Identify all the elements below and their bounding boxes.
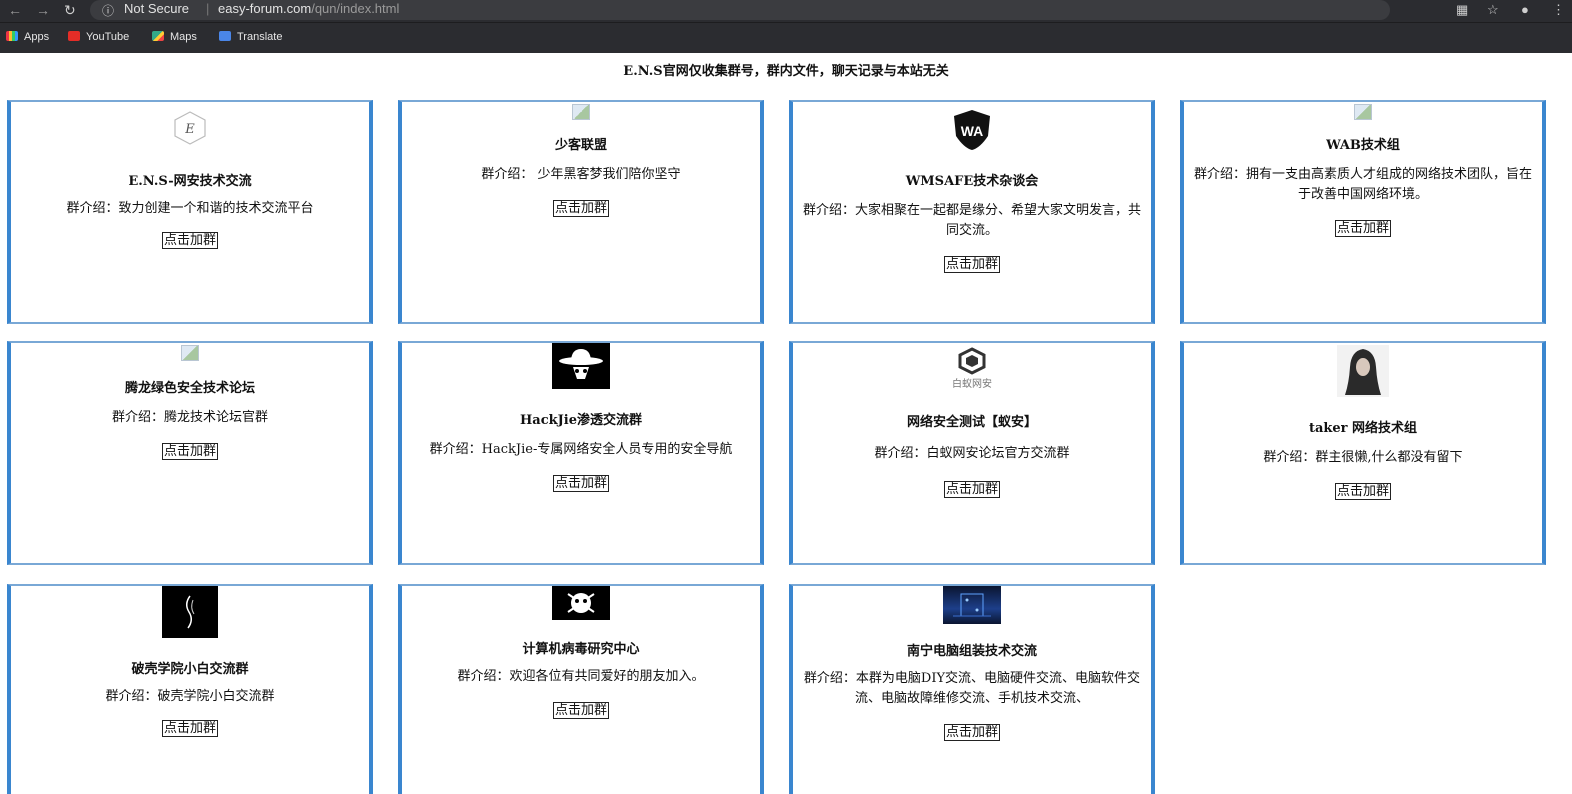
hacker-hat-logo-icon	[552, 343, 610, 389]
group-description: 群介绍：破壳学院小白交流群	[105, 689, 275, 704]
join-group-button[interactable]: 点击加群	[552, 475, 609, 492]
join-group-button[interactable]: 点击加群	[943, 256, 1000, 273]
join-group-button[interactable]: 点击加群	[161, 443, 218, 460]
bookmark-star-icon[interactable]: ☆	[1487, 2, 1499, 18]
menu-icon[interactable]: ⋮	[1552, 2, 1565, 18]
group-description: 群介绍：白蚁网安论坛官方交流群	[874, 446, 1070, 461]
group-description: 群介绍：HackJie-专属网络安全人员专用的安全导航	[429, 442, 733, 457]
svg-text:WA: WA	[961, 123, 984, 139]
group-card: 南宁电脑组装技术交流 群介绍：本群为电脑DIY交流、电脑硬件交流、电脑软件交流、…	[789, 584, 1155, 794]
baiyi-logo-icon: 白蚁网安	[942, 347, 1002, 391]
browser-toolbar: ← → ↻ ⓘ Not Secure | easy-forum.com/qun/…	[0, 0, 1572, 22]
group-description: 群介绍： 少年黑客梦我们陪你坚守	[481, 167, 681, 182]
bookmark-apps[interactable]: Apps	[6, 31, 49, 43]
forward-icon[interactable]: →	[36, 2, 50, 18]
group-name: 计算机病毒研究中心	[522, 642, 640, 657]
group-description: 群介绍：大家相聚在一起都是缘分、希望大家文明发言，共同交流。	[803, 203, 1142, 238]
translate-icon[interactable]: ▦	[1456, 2, 1468, 18]
broken-image-icon	[181, 345, 199, 361]
group-description: 群介绍：本群为电脑DIY交流、电脑硬件交流、电脑软件交流、电脑故障维修交流、手机…	[803, 671, 1141, 706]
bookmark-youtube[interactable]: YouTube	[68, 31, 129, 43]
group-description: 群介绍：拥有一支由高素质人才组成的网络技术团队，旨在于改善中国网络环境。	[1194, 167, 1533, 202]
bookmark-maps[interactable]: Maps	[152, 31, 197, 43]
join-group-button[interactable]: 点击加群	[943, 481, 1000, 498]
computer-photo-icon	[943, 586, 1001, 624]
apps-grid-icon	[6, 31, 18, 41]
group-card: WA WMSAFE技术杂谈会 群介绍：大家相聚在一起都是缘分、希望大家文明发言，…	[789, 100, 1155, 324]
url-text[interactable]: easy-forum.com/qun/index.html	[218, 1, 399, 16]
group-description: 群介绍：致力创建一个和谐的技术交流平台	[66, 201, 314, 216]
profile-icon[interactable]: ●	[1521, 2, 1529, 17]
group-name: 网络安全测试【蚁安】	[906, 415, 1037, 430]
hexagon-logo-icon: E	[172, 110, 208, 146]
group-card: 白蚁网安 网络安全测试【蚁安】 群介绍：白蚁网安论坛官方交流群 点击加群	[789, 341, 1155, 565]
group-description: 群介绍：腾龙技术论坛官群	[111, 410, 268, 425]
translate-bookmark-icon	[219, 31, 231, 41]
address-bar[interactable]: ⓘ Not Secure | easy-forum.com/qun/index.…	[90, 0, 1390, 20]
group-name: 腾龙绿色安全技术论坛	[124, 381, 255, 396]
group-card: 少客联盟 群介绍： 少年黑客梦我们陪你坚守 点击加群	[398, 100, 764, 324]
back-icon[interactable]: ←	[8, 2, 22, 18]
group-card: WAB技术组 群介绍：拥有一支由高素质人才组成的网络技术团队，旨在于改善中国网络…	[1180, 100, 1546, 324]
join-group-button[interactable]: 点击加群	[552, 702, 609, 719]
group-card: E E.N.S-网安技术交流 群介绍：致力创建一个和谐的技术交流平台 点击加群	[7, 100, 373, 324]
group-description: 群介绍：群主很懒,什么都没有留下	[1263, 450, 1463, 465]
svg-text:白蚁网安: 白蚁网安	[952, 377, 992, 390]
join-group-button[interactable]: 点击加群	[1334, 220, 1391, 237]
group-name: 南宁电脑组装技术交流	[906, 644, 1037, 659]
bookmarks-bar: Apps YouTube Maps Translate	[0, 22, 1572, 53]
group-card: 腾龙绿色安全技术论坛 群介绍：腾龙技术论坛官群 点击加群	[7, 341, 373, 565]
join-group-button[interactable]: 点击加群	[161, 720, 218, 737]
group-card: 计算机病毒研究中心 群介绍：欢迎各位有共同爱好的朋友加入。 点击加群	[398, 584, 764, 794]
group-card: HackJie渗透交流群 群介绍：HackJie-专属网络安全人员专用的安全导航…	[398, 341, 764, 565]
reload-icon[interactable]: ↻	[64, 2, 76, 19]
broken-image-icon	[1354, 104, 1372, 120]
broken-image-icon	[572, 104, 590, 120]
group-name: E.N.S-网安技术交流	[128, 174, 252, 189]
maps-icon	[152, 31, 164, 41]
join-group-button[interactable]: 点击加群	[1334, 483, 1391, 500]
separator: |	[206, 1, 210, 16]
group-description: 群介绍：欢迎各位有共同爱好的朋友加入。	[457, 669, 705, 684]
group-name: 破壳学院小白交流群	[131, 662, 249, 677]
flame-logo-icon	[162, 586, 218, 638]
security-label: Not Secure	[124, 1, 190, 16]
group-name: HackJie渗透交流群	[520, 413, 642, 428]
group-name: WAB技术组	[1326, 138, 1400, 153]
avatar-portrait-icon	[1337, 345, 1389, 397]
group-name: WMSAFE技术杂谈会	[905, 174, 1039, 189]
info-icon[interactable]: ⓘ	[102, 2, 114, 19]
svg-text:E: E	[184, 122, 195, 137]
group-card: taker 网络技术组 群介绍：群主很懒,什么都没有留下 点击加群	[1180, 341, 1546, 565]
join-group-button[interactable]: 点击加群	[943, 724, 1000, 741]
youtube-icon	[68, 31, 80, 41]
page-title: E.N.S官网仅收集群号，群内文件，聊天记录与本站无关	[623, 64, 949, 79]
group-name: taker 网络技术组	[1308, 421, 1418, 436]
group-card: 破壳学院小白交流群 群介绍：破壳学院小白交流群 点击加群	[7, 584, 373, 794]
join-group-button[interactable]: 点击加群	[161, 232, 218, 249]
group-name: 少客联盟	[554, 138, 607, 153]
join-group-button[interactable]: 点击加群	[552, 200, 609, 217]
virus-logo-icon	[552, 586, 610, 620]
shield-logo-icon: WA	[950, 108, 994, 152]
bookmark-translate[interactable]: Translate	[219, 31, 282, 43]
